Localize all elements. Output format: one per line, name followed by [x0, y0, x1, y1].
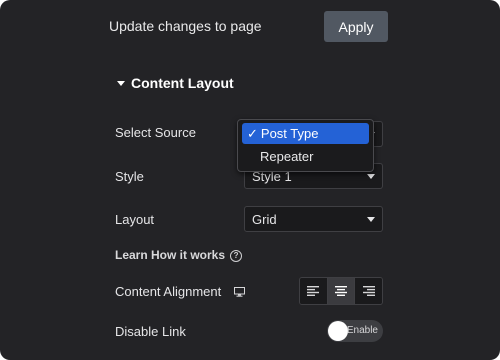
align-right-button[interactable] [355, 278, 382, 304]
caret-down-icon [117, 80, 125, 86]
select-source-label: Select Source [115, 125, 196, 140]
layout-select-value: Grid [252, 211, 277, 227]
dropdown-option-label: Repeater [260, 149, 314, 164]
layout-select[interactable]: Grid [244, 206, 383, 232]
dropdown-option-repeater[interactable]: Repeater [242, 146, 369, 167]
dropdown-option-post-type[interactable]: ✓ Post Type [242, 123, 369, 144]
section-title: Content Layout [131, 75, 234, 91]
chevron-down-icon [367, 217, 375, 222]
toggle-knob [328, 321, 348, 341]
toggle-label: Enable [346, 325, 378, 336]
section-header-content-layout[interactable]: Content Layout [117, 75, 234, 91]
dropdown-option-label: Post Type [260, 126, 319, 141]
desktop-monitor-icon[interactable] [234, 287, 245, 297]
settings-panel: Update changes to page Apply Content Lay… [0, 0, 500, 360]
chevron-down-icon [367, 174, 375, 179]
align-right-icon [362, 286, 375, 296]
learn-how-it-works-link[interactable]: Learn How it works? [115, 248, 243, 262]
disable-link-label: Disable Link [115, 324, 186, 339]
align-center-button[interactable] [327, 278, 356, 304]
content-alignment-label: Content Alignment [115, 284, 222, 299]
help-circle-icon: ? [230, 249, 243, 262]
disable-link-toggle[interactable]: Enable [327, 320, 383, 342]
apply-button[interactable]: Apply [324, 11, 388, 42]
style-label: Style [115, 169, 144, 184]
layout-label: Layout [115, 212, 155, 227]
learn-link-text: Learn How it works [115, 248, 226, 262]
select-source-dropdown: ✓ Post Type Repeater [237, 119, 374, 172]
align-center-icon [335, 286, 347, 296]
align-left-button[interactable] [300, 278, 328, 304]
update-changes-text: Update changes to page [109, 18, 262, 34]
content-alignment-group [299, 277, 383, 305]
align-left-icon [307, 286, 320, 296]
checkmark-icon: ✓ [247, 125, 258, 141]
